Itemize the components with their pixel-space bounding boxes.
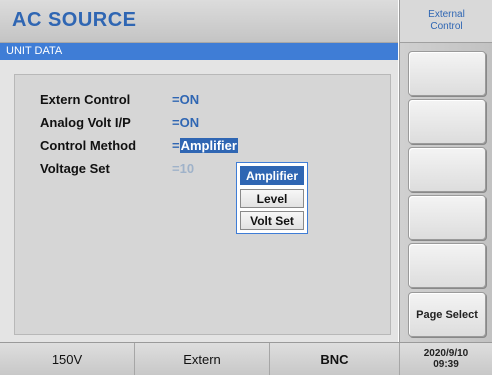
voltage-set-value[interactable]: =10 xyxy=(172,161,194,176)
extern-control-value[interactable]: =ON xyxy=(172,92,199,107)
dropdown-option-level[interactable]: Level xyxy=(240,189,304,208)
softkey-3[interactable] xyxy=(408,147,486,192)
analog-volt-ip-label: Analog Volt I/P xyxy=(40,115,131,130)
softkey-menu-title: External Control xyxy=(400,0,492,43)
control-method-value[interactable]: =Amplifier xyxy=(172,138,238,153)
panel-title: UNIT DATA xyxy=(6,45,63,57)
softkey-5[interactable] xyxy=(408,243,486,288)
control-method-prefix: = xyxy=(172,138,180,153)
voltage-set-label: Voltage Set xyxy=(40,161,110,176)
softkey-4[interactable] xyxy=(408,195,486,240)
status-voltage: 150V xyxy=(0,343,135,375)
header-bar: AC SOURCE xyxy=(0,0,398,43)
unit-data-panel xyxy=(14,74,391,335)
control-method-selected[interactable]: Amplifier xyxy=(179,138,238,153)
status-datetime: 2020/9/10 09:39 xyxy=(423,348,469,370)
page-select-button[interactable]: Page Select xyxy=(408,292,486,337)
softkey-menu-title-label: External Control xyxy=(428,9,465,32)
panel-title-bar: UNIT DATA xyxy=(0,43,398,60)
softkey-2[interactable] xyxy=(408,99,486,144)
status-bar: 150V Extern BNC 2020/9/10 09:39 xyxy=(0,342,492,375)
control-method-dropdown: Amplifier Level Volt Set xyxy=(236,162,308,234)
softkey-column: External Control Page Select xyxy=(399,0,492,342)
extern-control-label: Extern Control xyxy=(40,92,131,107)
status-connector: BNC xyxy=(270,343,400,375)
status-mode: Extern xyxy=(135,343,270,375)
control-method-label: Control Method xyxy=(40,138,137,153)
softkey-1[interactable] xyxy=(408,51,486,96)
analog-volt-ip-value[interactable]: =ON xyxy=(172,115,199,130)
page-title: AC SOURCE xyxy=(12,9,137,31)
dropdown-option-amplifier[interactable]: Amplifier xyxy=(240,166,304,185)
ac-source-screen: AC SOURCE External Control Page Select U… xyxy=(0,0,492,375)
dropdown-option-volt-set[interactable]: Volt Set xyxy=(240,211,304,230)
